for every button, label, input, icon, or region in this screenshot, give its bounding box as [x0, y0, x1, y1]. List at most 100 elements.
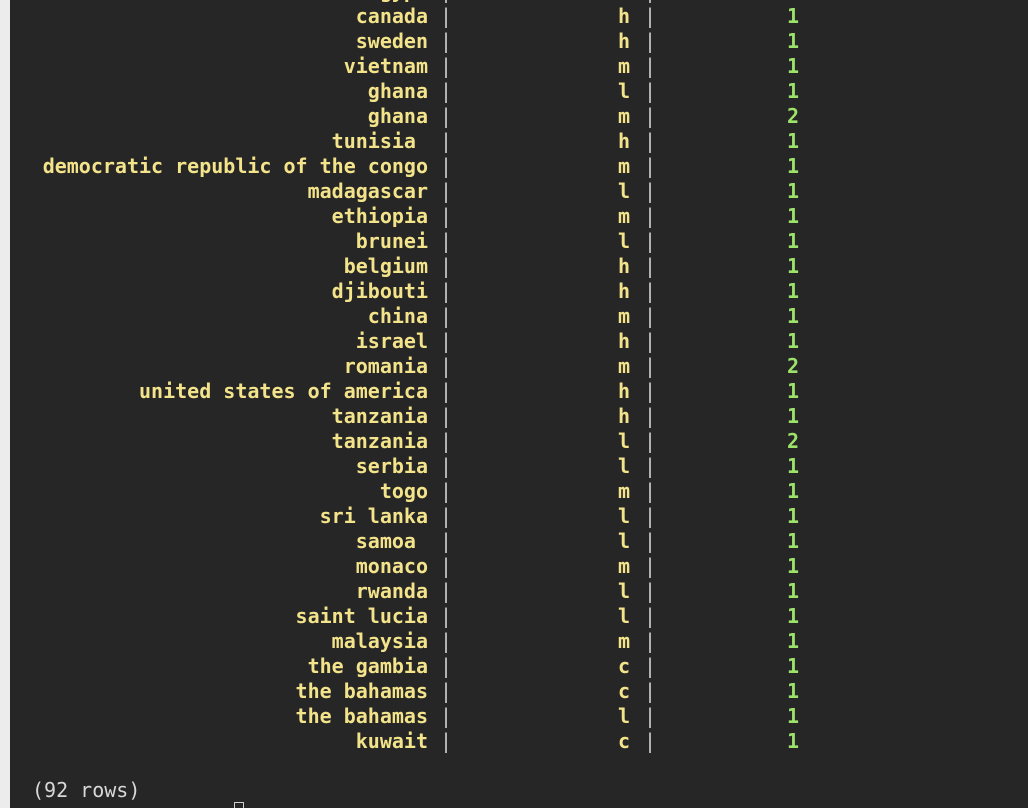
- table-row: ghana | l | 1: [10, 79, 1028, 104]
- column-separator: |: [440, 304, 453, 328]
- column-separator: |: [644, 129, 657, 153]
- table-row: saint lucia | l | 1: [10, 604, 1028, 629]
- column-separator: |: [440, 454, 453, 478]
- country-cell: egypt: [368, 0, 428, 3]
- column-separator: |: [644, 679, 657, 703]
- column-separator: |: [644, 329, 657, 353]
- country-cell: monaco: [355, 554, 428, 578]
- country-cell: belgium: [343, 254, 428, 278]
- row-count-footer: (92 rows): [32, 778, 141, 802]
- country-cell: romania: [343, 354, 428, 378]
- column-separator: |: [440, 729, 453, 753]
- country-cell: togo: [379, 479, 428, 503]
- country-cell: saint lucia: [295, 604, 428, 628]
- table-row: sri lanka | l | 1: [10, 504, 1028, 529]
- column-separator: |: [440, 54, 453, 78]
- column-separator: |: [644, 154, 657, 178]
- table-row: vietnam | m | 1: [10, 54, 1028, 79]
- column-separator: |: [644, 4, 657, 28]
- column-separator: |: [440, 254, 453, 278]
- count-cell: 1: [787, 454, 800, 478]
- column-separator: |: [644, 229, 657, 253]
- count-cell: 1: [787, 329, 800, 353]
- count-cell: 1: [787, 279, 800, 303]
- level-cell: l: [618, 604, 631, 628]
- column-separator: |: [644, 454, 657, 478]
- column-separator: |: [440, 4, 453, 28]
- country-cell: vietnam: [343, 54, 428, 78]
- column-separator: |: [440, 354, 453, 378]
- column-separator: |: [644, 479, 657, 503]
- level-cell: l: [618, 229, 631, 253]
- level-cell: m: [618, 354, 631, 378]
- count-cell: 1: [787, 154, 800, 178]
- country-cell: china: [367, 304, 428, 328]
- column-separator: |: [440, 104, 453, 128]
- column-separator: |: [440, 179, 453, 203]
- column-separator: |: [644, 104, 657, 128]
- table-row: samoa | l | 1: [10, 529, 1028, 554]
- count-cell: 2: [787, 104, 800, 128]
- column-separator: |: [440, 604, 453, 628]
- table-row: rwanda | l | 1: [10, 579, 1028, 604]
- table-row: the gambia | c | 1: [10, 654, 1028, 679]
- count-cell: 1: [787, 129, 800, 153]
- column-separator: |: [440, 29, 453, 53]
- count-cell: 1: [787, 254, 800, 278]
- level-cell: l: [618, 454, 631, 478]
- count-cell: 1: [787, 54, 800, 78]
- table-row: israel | h | 1: [10, 329, 1028, 354]
- level-cell: l: [618, 529, 631, 553]
- table-row: malaysia | m | 1: [10, 629, 1028, 654]
- column-separator: |: [644, 579, 657, 603]
- table-row: serbia | l | 1: [10, 454, 1028, 479]
- level-cell: l: [618, 504, 631, 528]
- level-cell: h: [618, 129, 631, 153]
- level-cell: m: [618, 154, 631, 178]
- country-cell: malaysia: [331, 629, 428, 653]
- country-cell: israel: [355, 329, 428, 353]
- column-separator: |: [644, 54, 657, 78]
- column-separator: |: [440, 479, 453, 503]
- count-cell: 1: [787, 229, 800, 253]
- level-cell: c: [618, 679, 631, 703]
- level-cell: m: [618, 104, 631, 128]
- level-cell: h: [618, 254, 631, 278]
- column-separator: |: [440, 129, 453, 153]
- country-cell: tanzania: [331, 404, 428, 428]
- level-cell: h: [618, 379, 631, 403]
- column-separator: |: [644, 79, 657, 103]
- column-separator: |: [644, 554, 657, 578]
- country-cell: canada: [355, 4, 428, 28]
- column-separator: |: [644, 729, 657, 753]
- country-cell: the gambia: [307, 654, 428, 678]
- level-cell: h: [618, 4, 631, 28]
- country-cell: ethiopia: [331, 204, 428, 228]
- table-row: djibouti | h | 1: [10, 279, 1028, 304]
- count-cell: 1: [787, 529, 800, 553]
- column-separator: |: [440, 504, 453, 528]
- table-row: democratic republic of the congo | m | 1: [10, 154, 1028, 179]
- column-separator: |: [644, 279, 657, 303]
- column-separator: |: [440, 204, 453, 228]
- table-row: canada | h | 1: [10, 4, 1028, 29]
- terminal-window[interactable]: egypt | | canada | h | 1 sweden | h | 1 vietnam | m |…: [10, 0, 1028, 808]
- country-cell: kuwait: [355, 729, 428, 753]
- level-cell: m: [618, 204, 631, 228]
- table-row: brunei | l | 1: [10, 229, 1028, 254]
- column-separator: |: [440, 154, 453, 178]
- country-cell: ghana: [367, 104, 428, 128]
- country-cell: democratic republic of the congo: [42, 154, 428, 178]
- table-row: tanzania | h | 1: [10, 404, 1028, 429]
- count-cell: 1: [787, 29, 800, 53]
- level-cell: h: [618, 29, 631, 53]
- count-cell: 1: [787, 554, 800, 578]
- level-cell: m: [618, 54, 631, 78]
- table-row: kuwait | c | 1: [10, 729, 1028, 754]
- level-cell: h: [618, 404, 631, 428]
- count-cell: 1: [787, 729, 800, 753]
- column-separator: |: [440, 329, 453, 353]
- table-row: tanzania | l | 2: [10, 429, 1028, 454]
- count-cell: 1: [787, 304, 800, 328]
- column-separator: |: [440, 679, 453, 703]
